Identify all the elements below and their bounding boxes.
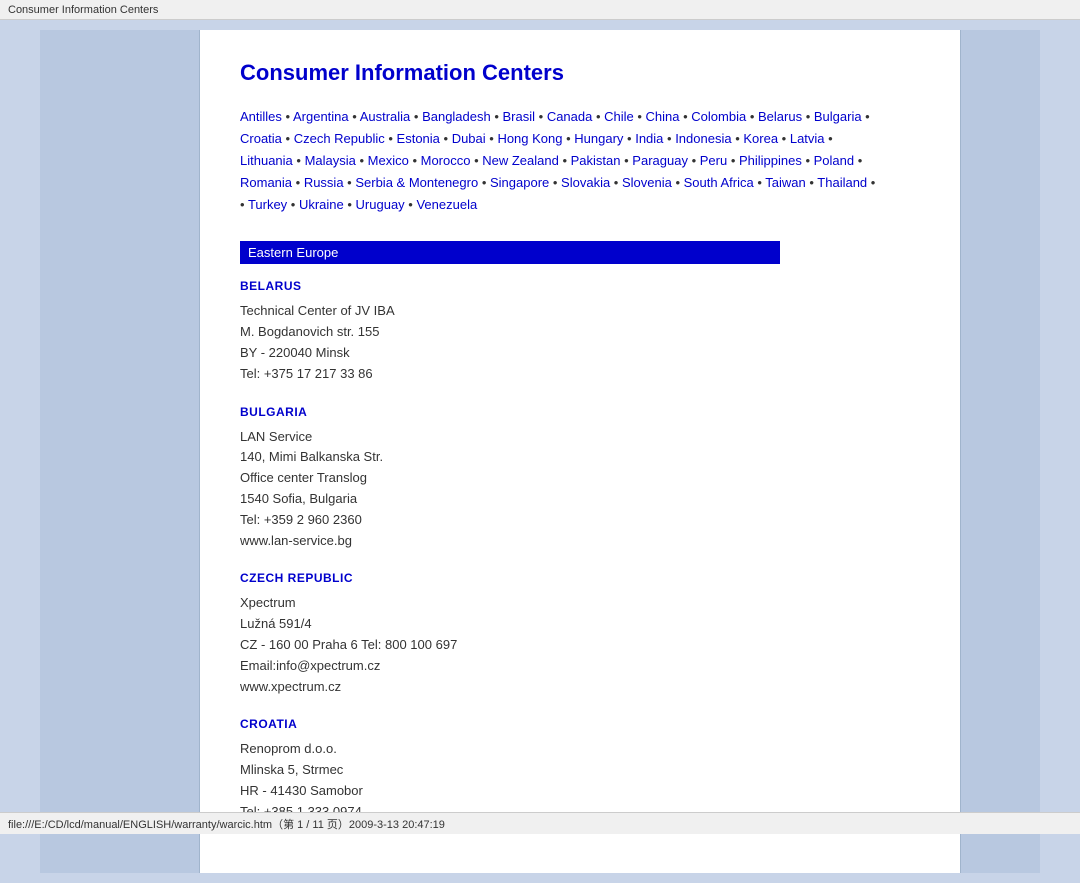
link-mexico[interactable]: Mexico bbox=[368, 153, 409, 168]
link-pakistan[interactable]: Pakistan bbox=[571, 153, 621, 168]
links-section: Antilles • Argentina • Australia • Bangl… bbox=[240, 106, 920, 216]
link-latvia[interactable]: Latvia bbox=[790, 131, 825, 146]
link-czech-republic[interactable]: Czech Republic bbox=[294, 131, 385, 146]
link-venezuela[interactable]: Venezuela bbox=[416, 197, 477, 212]
link-bangladesh[interactable]: Bangladesh bbox=[422, 109, 491, 124]
link-canada[interactable]: Canada bbox=[547, 109, 593, 124]
link-russia[interactable]: Russia bbox=[304, 175, 344, 190]
link-antilles[interactable]: Antilles bbox=[240, 109, 282, 124]
right-sidebar bbox=[1040, 30, 1080, 873]
link-bulgaria[interactable]: Bulgaria bbox=[814, 109, 862, 124]
link-india[interactable]: India bbox=[635, 131, 663, 146]
country-section-czech-republic: CZECH REPUBLIC Xpectrum Lužná 591/4 CZ -… bbox=[240, 571, 920, 697]
link-paraguay[interactable]: Paraguay bbox=[632, 153, 688, 168]
main-content: Consumer Information Centers Antilles • … bbox=[200, 30, 960, 873]
link-new-zealand[interactable]: New Zealand bbox=[482, 153, 559, 168]
country-name-bulgaria: BULGARIA bbox=[240, 405, 920, 419]
link-croatia[interactable]: Croatia bbox=[240, 131, 282, 146]
status-bar: file:///E:/CD/lcd/manual/ENGLISH/warrant… bbox=[0, 812, 1080, 834]
link-malaysia[interactable]: Malaysia bbox=[305, 153, 356, 168]
link-morocco[interactable]: Morocco bbox=[421, 153, 471, 168]
link-chile[interactable]: Chile bbox=[604, 109, 634, 124]
link-thailand[interactable]: Thailand bbox=[817, 175, 867, 190]
right-panel bbox=[960, 30, 1040, 873]
link-taiwan[interactable]: Taiwan bbox=[765, 175, 805, 190]
country-name-belarus: BELARUS bbox=[240, 279, 920, 293]
country-section-belarus: BELARUS Technical Center of JV IBA M. Bo… bbox=[240, 279, 920, 384]
link-indonesia[interactable]: Indonesia bbox=[675, 131, 731, 146]
country-details-czech-republic: Xpectrum Lužná 591/4 CZ - 160 00 Praha 6… bbox=[240, 593, 920, 697]
link-hungary[interactable]: Hungary bbox=[574, 131, 623, 146]
link-estonia[interactable]: Estonia bbox=[397, 131, 440, 146]
link-peru[interactable]: Peru bbox=[700, 153, 727, 168]
link-hong-kong[interactable]: Hong Kong bbox=[497, 131, 562, 146]
country-details-belarus: Technical Center of JV IBA M. Bogdanovic… bbox=[240, 301, 920, 384]
link-philippines[interactable]: Philippines bbox=[739, 153, 802, 168]
link-argentina[interactable]: Argentina bbox=[293, 109, 349, 124]
link-south-africa[interactable]: South Africa bbox=[684, 175, 754, 190]
country-name-croatia: CROATIA bbox=[240, 717, 920, 731]
title-bar: Consumer Information Centers bbox=[0, 0, 1080, 20]
link-uruguay[interactable]: Uruguay bbox=[356, 197, 405, 212]
left-sidebar bbox=[0, 30, 40, 873]
link-romania[interactable]: Romania bbox=[240, 175, 292, 190]
link-ukraine[interactable]: Ukraine bbox=[299, 197, 344, 212]
link-dubai[interactable]: Dubai bbox=[452, 131, 486, 146]
link-poland[interactable]: Poland bbox=[814, 153, 854, 168]
link-lithuania[interactable]: Lithuania bbox=[240, 153, 293, 168]
link-serbia[interactable]: Serbia & Montenegro bbox=[355, 175, 478, 190]
link-slovakia[interactable]: Slovakia bbox=[561, 175, 610, 190]
link-australia[interactable]: Australia bbox=[360, 109, 411, 124]
link-singapore[interactable]: Singapore bbox=[490, 175, 549, 190]
link-belarus[interactable]: Belarus bbox=[758, 109, 802, 124]
country-section-bulgaria: BULGARIA LAN Service 140, Mimi Balkanska… bbox=[240, 405, 920, 552]
outer-wrapper: Consumer Information Centers Antilles • … bbox=[0, 20, 1080, 883]
link-slovenia[interactable]: Slovenia bbox=[622, 175, 672, 190]
section-header-eastern-europe: Eastern Europe bbox=[240, 241, 780, 264]
link-colombia[interactable]: Colombia bbox=[691, 109, 746, 124]
title-bar-text: Consumer Information Centers bbox=[8, 4, 158, 16]
link-turkey[interactable]: Turkey bbox=[248, 197, 287, 212]
link-korea[interactable]: Korea bbox=[743, 131, 778, 146]
country-name-czech-republic: CZECH REPUBLIC bbox=[240, 571, 920, 585]
country-details-croatia: Renoprom d.o.o. Mlinska 5, Strmec HR - 4… bbox=[240, 739, 920, 822]
page-title: Consumer Information Centers bbox=[240, 60, 920, 86]
link-china[interactable]: China bbox=[646, 109, 680, 124]
country-details-bulgaria: LAN Service 140, Mimi Balkanska Str. Off… bbox=[240, 427, 920, 552]
link-brasil[interactable]: Brasil bbox=[503, 109, 536, 124]
country-section-croatia: CROATIA Renoprom d.o.o. Mlinska 5, Strme… bbox=[240, 717, 920, 822]
status-bar-text: file:///E:/CD/lcd/manual/ENGLISH/warrant… bbox=[8, 816, 445, 832]
left-panel bbox=[40, 30, 200, 873]
